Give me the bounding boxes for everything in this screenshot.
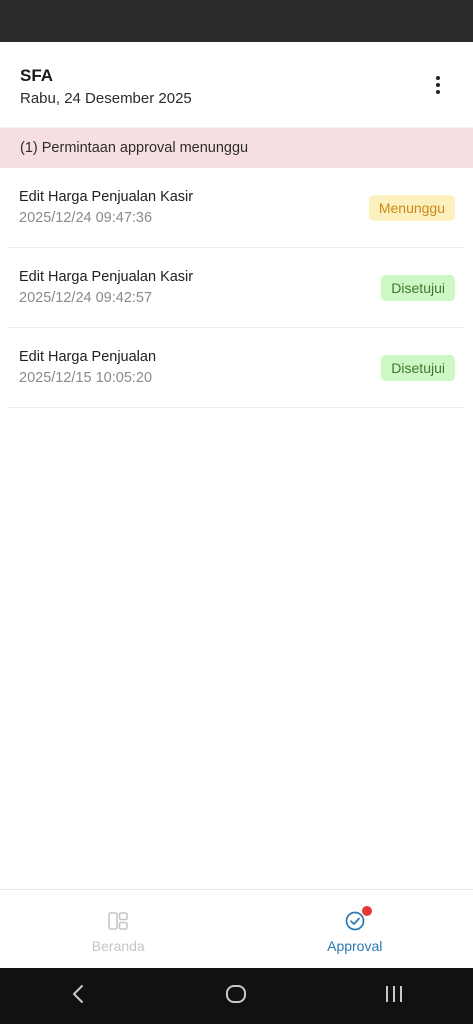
back-chevron-icon <box>71 984 87 1009</box>
approval-item[interactable]: Edit Harga Penjualan 2025/12/15 10:05:20… <box>8 328 465 408</box>
approval-item[interactable]: Edit Harga Penjualan Kasir 2025/12/24 09… <box>8 248 465 328</box>
check-circle-icon <box>344 906 372 932</box>
system-status-bar <box>0 0 473 42</box>
app-title: SFA <box>20 66 54 85</box>
bottom-navigation: Beranda Approval <box>0 889 473 969</box>
system-navigation-bar <box>0 968 473 1024</box>
approval-title: Edit Harga Penjualan Kasir <box>19 189 194 205</box>
approval-timestamp: 2025/12/24 09:42:57 <box>19 290 153 306</box>
approval-item[interactable]: Edit Harga Penjualan Kasir 2025/12/24 09… <box>8 168 465 248</box>
approval-timestamp: 2025/12/15 10:05:20 <box>19 370 153 386</box>
nav-label-approval: Approval <box>327 938 383 954</box>
approval-title: Edit Harga Penjualan <box>19 349 157 365</box>
app-header: SFA Rabu, 24 Desember 2025 <box>0 42 473 127</box>
nav-item-beranda[interactable]: Beranda <box>0 890 237 969</box>
more-vertical-icon <box>436 76 440 94</box>
dashboard-icon <box>107 910 129 932</box>
home-button[interactable] <box>216 976 256 1016</box>
status-badge: Menunggu <box>368 195 455 221</box>
notification-dot <box>361 906 372 916</box>
recent-apps-button[interactable] <box>374 976 414 1016</box>
pending-approval-banner[interactable]: (1) Permintaan approval menunggu <box>0 128 473 168</box>
nav-item-approval[interactable]: Approval <box>237 890 473 969</box>
recent-apps-icon <box>383 984 405 1009</box>
more-menu-button[interactable] <box>423 70 453 100</box>
status-badge: Disetujui <box>381 275 455 301</box>
nav-label-beranda: Beranda <box>91 938 145 954</box>
pending-approval-text: (1) Permintaan approval menunggu <box>20 140 249 156</box>
approval-title: Edit Harga Penjualan Kasir <box>19 269 194 285</box>
header-date: Rabu, 24 Desember 2025 <box>20 90 192 107</box>
back-button[interactable] <box>59 976 99 1016</box>
approval-list: Edit Harga Penjualan Kasir 2025/12/24 09… <box>0 168 473 408</box>
approval-timestamp: 2025/12/24 09:47:36 <box>19 210 153 226</box>
status-badge: Disetujui <box>381 355 455 381</box>
home-icon <box>225 983 247 1010</box>
